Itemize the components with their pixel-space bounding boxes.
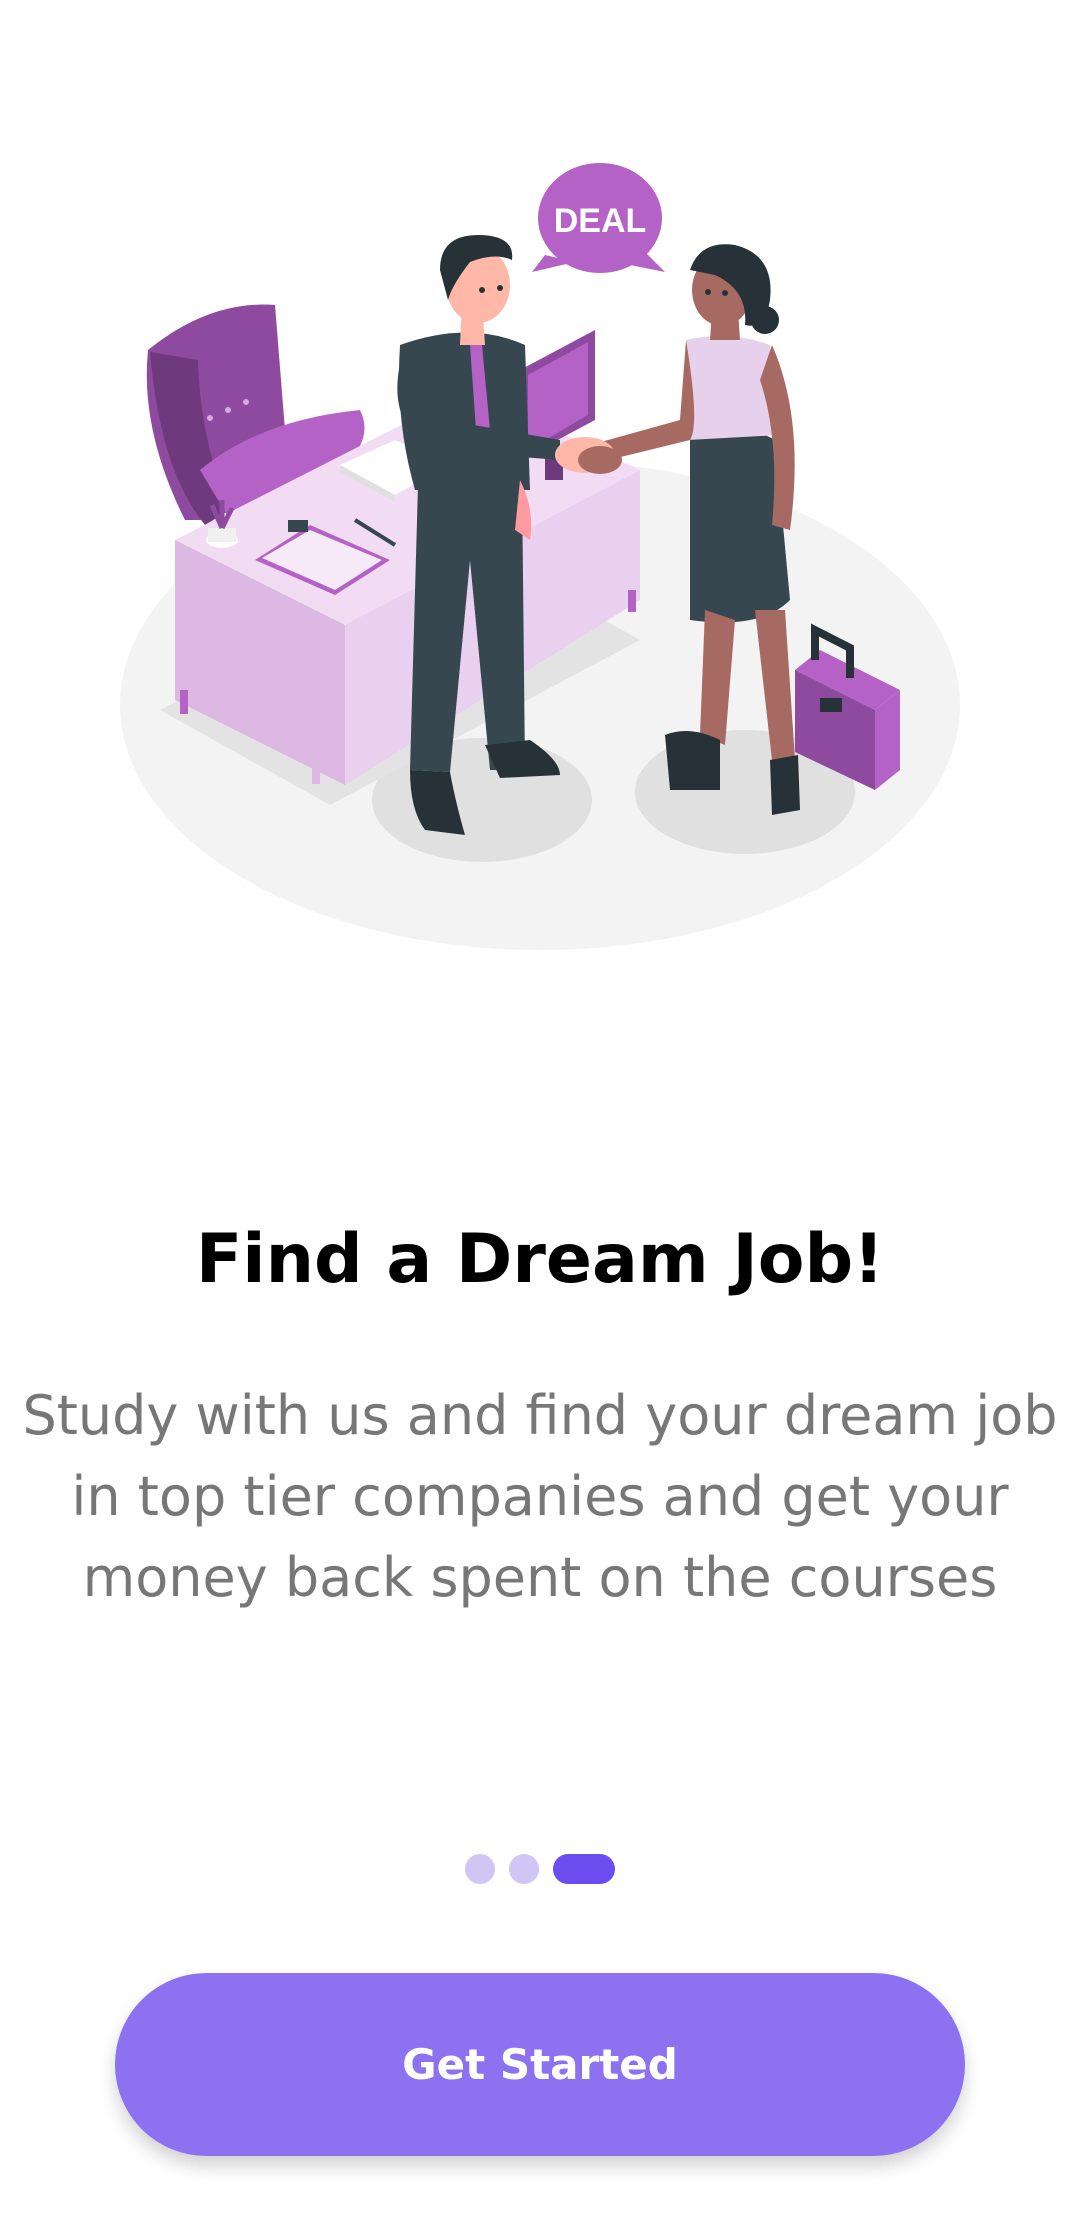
get-started-button[interactable]: Get Started	[115, 1973, 965, 2156]
handshake-deal-illustration: DEAL	[120, 163, 960, 950]
deal-speech-bubble: DEAL	[532, 163, 665, 273]
onboarding-title: Find a Dream Job!	[195, 1220, 885, 1299]
deal-text: DEAL	[554, 202, 647, 240]
page-indicator	[0, 1854, 1080, 1884]
page-dot-1[interactable]	[465, 1854, 495, 1884]
onboarding-description: Study with us and find your dream job in…	[22, 1384, 1058, 1609]
page-dot-3-active[interactable]	[553, 1854, 615, 1884]
onboarding-screen: DEAL Find a Dream Job! Study with us and…	[0, 0, 1080, 2237]
page-dot-2[interactable]	[509, 1854, 539, 1884]
